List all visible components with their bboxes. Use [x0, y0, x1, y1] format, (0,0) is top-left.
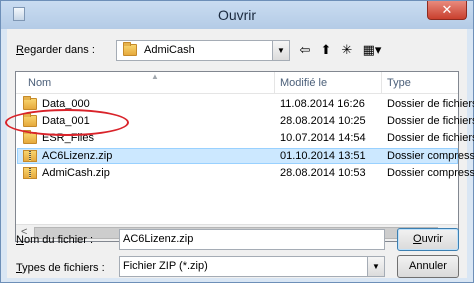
dialog-body: Regarder dans : AdmiCash ▼ ⇦ ⬆ ✳ ▦▾ Nom …	[7, 29, 474, 278]
column-type[interactable]: Type	[387, 77, 411, 89]
up-folder-icon[interactable]: ⬆	[317, 41, 335, 59]
sort-ascending-icon: ▲	[151, 72, 159, 81]
file-modified: 28.08.2014 10:25	[280, 115, 366, 127]
filename-input[interactable]: AC6Lizenz.zip	[119, 229, 385, 250]
file-name: AC6Lizenz.zip	[42, 150, 113, 162]
file-type: Dossier de fichiers	[387, 132, 474, 144]
cancel-button[interactable]: Annuler	[397, 255, 459, 278]
open-dialog: Ouvrir ✕ Regarder dans : AdmiCash ▼ ⇦ ⬆ …	[0, 0, 474, 283]
list-item[interactable]: AdmiCash.zip 28.08.2014 10:53 Dossier co…	[17, 166, 474, 182]
zip-folder-icon	[23, 167, 37, 182]
column-name[interactable]: Nom	[28, 77, 51, 89]
filetype-label: Types de fichiers :	[16, 262, 105, 274]
lookin-combo[interactable]: AdmiCash ▼	[116, 40, 290, 61]
file-type: Dossier de fichiers	[387, 115, 474, 127]
file-list[interactable]: Nom ▲ Modifié le Type Data_000 11.08.201…	[15, 71, 474, 242]
folder-icon	[23, 130, 37, 147]
lookin-value: AdmiCash	[144, 44, 195, 56]
lookin-label: Regarder dans :	[16, 44, 95, 56]
file-type: Dossier compressé	[387, 150, 474, 162]
list-header: Nom ▲ Modifié le Type	[16, 72, 458, 94]
chevron-down-icon[interactable]: ▼	[367, 257, 384, 276]
column-divider[interactable]	[381, 72, 382, 94]
highlight-ellipse	[5, 109, 129, 136]
folder-icon	[123, 42, 137, 56]
file-modified: 28.08.2014 10:53	[280, 167, 366, 179]
view-menu-icon[interactable]: ▦▾	[359, 41, 385, 59]
close-button[interactable]: ✕	[427, 1, 467, 20]
column-divider[interactable]	[274, 72, 275, 94]
open-button[interactable]: Ouvrir	[397, 228, 459, 251]
filetype-value: Fichier ZIP (*.zip)	[123, 260, 208, 272]
filename-value: AC6Lizenz.zip	[123, 233, 194, 245]
file-modified: 11.08.2014 16:26	[280, 98, 365, 110]
filename-label: Nom du fichier :	[16, 234, 94, 246]
filetype-select[interactable]: Fichier ZIP (*.zip) ▼	[119, 256, 385, 277]
back-icon[interactable]: ⇦	[296, 41, 314, 59]
title-bar[interactable]: Ouvrir ✕	[1, 1, 473, 29]
chevron-down-icon[interactable]: ▼	[272, 41, 289, 60]
file-name: AdmiCash.zip	[42, 167, 110, 179]
dialog-title: Ouvrir	[217, 7, 257, 23]
file-modified: 10.07.2014 14:54	[280, 132, 366, 144]
file-modified: 01.10.2014 13:51	[280, 150, 366, 162]
column-modified[interactable]: Modifié le	[280, 77, 327, 89]
file-type: Dossier de fichiers	[387, 98, 474, 110]
zip-folder-icon	[23, 150, 37, 165]
list-item-selected[interactable]: AC6Lizenz.zip 01.10.2014 13:51 Dossier c…	[17, 148, 474, 165]
file-type: Dossier compressé	[387, 167, 474, 179]
new-folder-icon[interactable]: ✳	[338, 41, 356, 59]
